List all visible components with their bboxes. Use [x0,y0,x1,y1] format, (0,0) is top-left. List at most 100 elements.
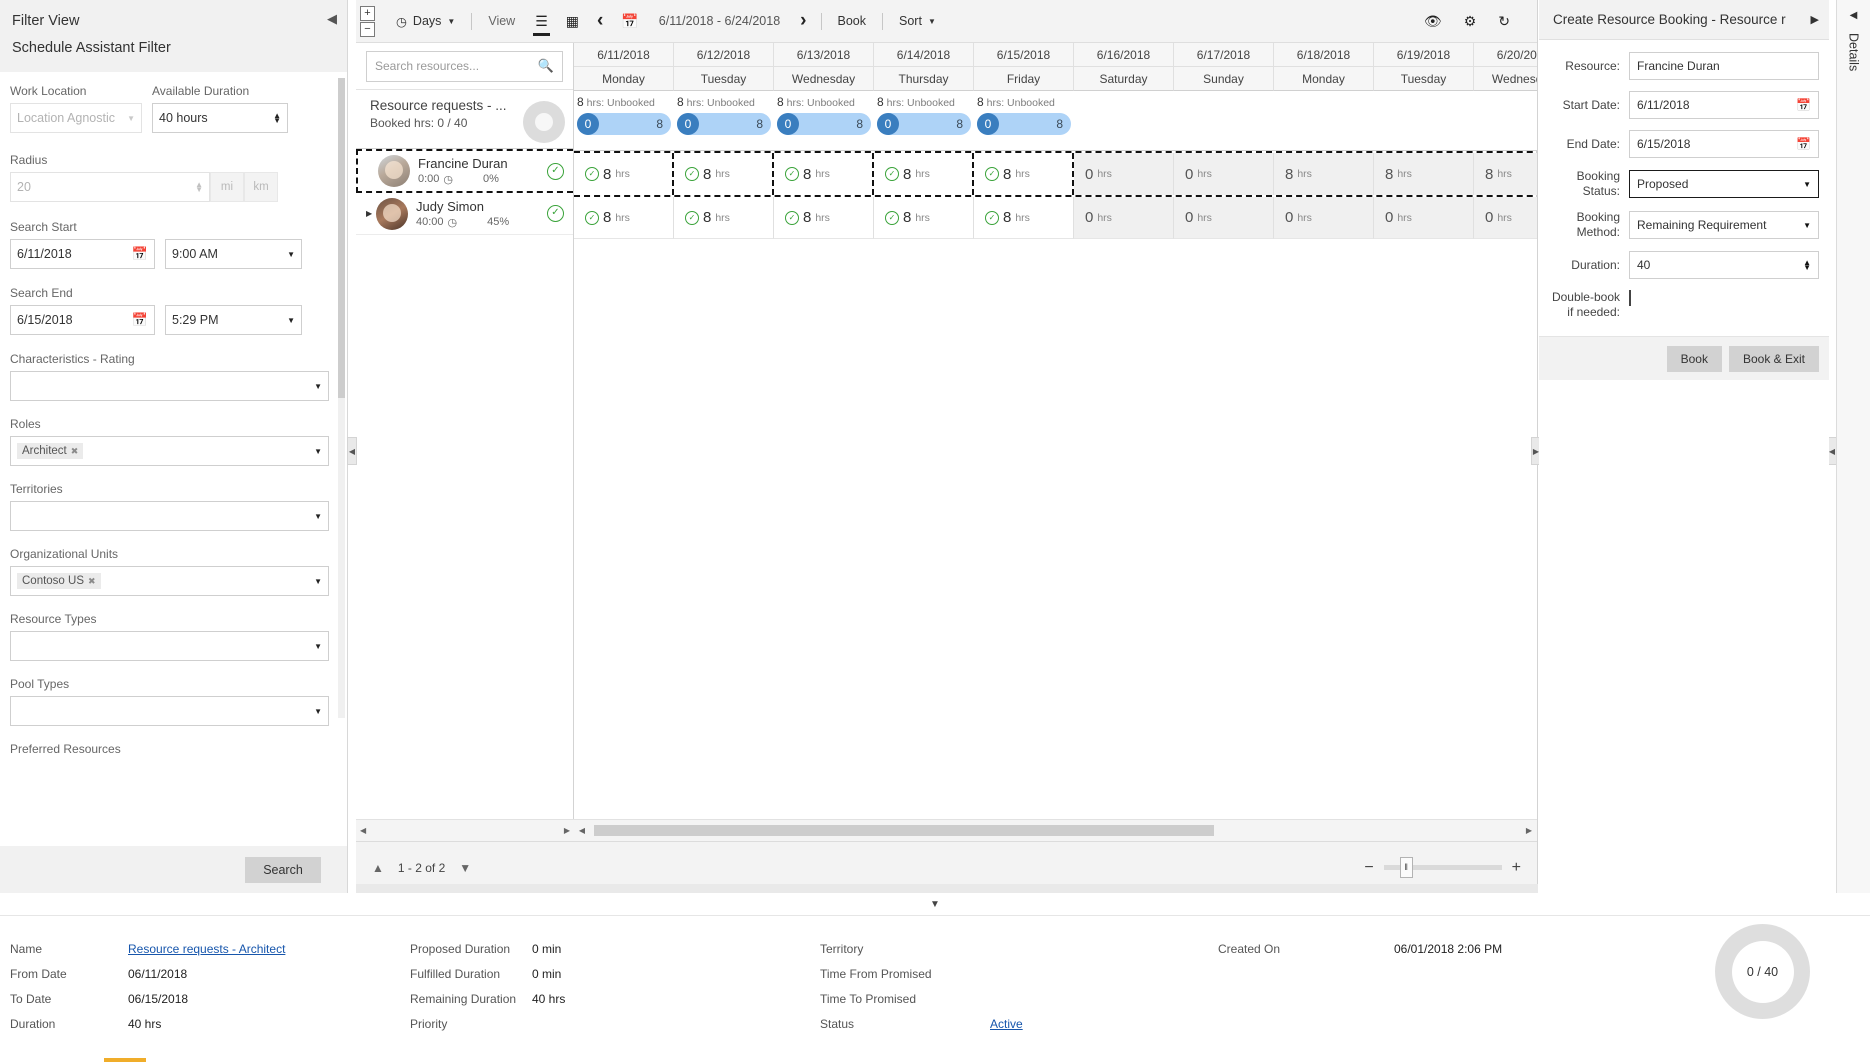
doublebook-checkbox[interactable] [1629,290,1631,306]
unbooked-capacity-cell[interactable]: 8 hrs: Unbooked08 [574,95,674,135]
availability-cell[interactable]: 8hrs [1274,153,1374,195]
spinner-icon[interactable]: ▲▼ [273,113,281,123]
booking-resource-input[interactable]: Francine Duran [1629,52,1819,80]
book-button[interactable]: Book [827,0,878,43]
availability-cell[interactable]: 0hrs [1174,153,1274,195]
roles-select[interactable]: Architect ✖ ▼ [10,436,329,466]
timeline-scrollbar-thumb[interactable] [594,825,1214,836]
availability-cell[interactable]: ✓8hrs [974,153,1074,195]
detail-link[interactable]: Resource requests - Architect [128,942,285,956]
available-duration-stepper[interactable]: 40 hours ▲▼ [152,103,288,133]
availability-cell[interactable]: 0hrs [1074,197,1174,239]
chevron-left-icon[interactable]: ◀ [1850,10,1858,21]
spinner-icon[interactable]: ▲▼ [1803,260,1811,270]
capacity-bar[interactable]: 08 [777,113,871,135]
search-end-date-input[interactable]: 6/15/2018 📅 [10,305,155,335]
calendar-icon[interactable]: 📅 [1796,137,1811,151]
organizational-units-chip[interactable]: Contoso US ✖ [17,573,101,589]
availability-cell[interactable]: ✓8hrs [574,153,674,195]
search-input[interactable]: Search resources... 🔍 [366,51,563,82]
zoom-in-button[interactable]: + [1512,859,1521,877]
resource-requirement-row[interactable]: Resource requests - ... Booked hrs: 0 / … [356,89,573,149]
time-scale-selector[interactable]: ◷ Days ▼ [385,0,466,43]
zoom-out-button[interactable]: − [1364,859,1373,877]
close-icon[interactable]: ✖ [71,446,79,457]
resource-types-select[interactable]: ▼ [10,631,329,661]
details-collapse-handle[interactable]: ▼ [0,893,1870,915]
search-button[interactable]: Search [245,857,321,883]
unit-mi-button[interactable]: mi [210,172,244,202]
sort-button[interactable]: Sort ▼ [888,0,947,43]
detail-value[interactable]: Resource requests - Architect [128,942,285,956]
details-side-tab[interactable]: ◀ Details [1836,0,1870,893]
resource-column-scrollbar[interactable]: ◀ ▶ [356,819,574,841]
availability-cell[interactable]: 8hrs [1374,153,1474,195]
scroll-right-icon[interactable]: ▶ [564,826,570,835]
search-end-time-select[interactable]: 5:29 PM ▼ [165,305,302,335]
availability-cell[interactable]: 0hrs [1274,197,1374,239]
availability-cell[interactable]: 0hrs [1174,197,1274,239]
chevron-up-icon[interactable]: ▲ [372,861,384,875]
availability-cell[interactable]: ✓8hrs [874,197,974,239]
characteristics-rating-select[interactable]: ▼ [10,371,329,401]
capacity-bar[interactable]: 08 [877,113,971,135]
gear-icon[interactable]: ⚙ [1455,0,1486,43]
unbooked-capacity-cell[interactable]: 8 hrs: Unbooked08 [774,95,874,135]
zoom-slider-thumb[interactable]: ‖ [1400,857,1413,878]
previous-period-icon[interactable]: ‹ [588,0,612,43]
availability-cell[interactable]: ✓8hrs [774,197,874,239]
close-icon[interactable]: ✖ [88,576,96,587]
chevron-right-icon[interactable]: ▶ [1811,13,1819,26]
unit-km-button[interactable]: km [244,172,278,202]
search-icon[interactable]: 🔍 [538,58,554,74]
availability-cell[interactable]: ✓8hrs [674,153,774,195]
calendar-icon[interactable]: 📅 [132,246,148,262]
spinner-icon[interactable]: ▲▼ [195,182,203,192]
availability-cell[interactable]: ✓8hrs [574,197,674,239]
left-panel-resize-handle[interactable]: ◀ [347,437,357,465]
detail-link[interactable]: Active [990,1017,1023,1031]
calendar-icon[interactable]: 📅 [132,312,148,328]
capacity-bar[interactable]: 08 [977,113,1071,135]
pool-types-select[interactable]: ▼ [10,696,329,726]
zoom-out-button[interactable]: − [360,22,375,37]
list-view-icon[interactable]: ☰ [526,0,557,43]
capacity-bar[interactable]: 08 [577,113,671,135]
availability-cell[interactable]: 0hrs [1474,197,1537,239]
chevron-down-icon[interactable]: ▼ [930,899,940,910]
book-and-exit-button[interactable]: Book & Exit [1729,346,1819,372]
next-period-icon[interactable]: › [791,0,815,43]
search-start-time-select[interactable]: 9:00 AM ▼ [165,239,302,269]
detail-value[interactable]: Active [990,1017,1023,1031]
unbooked-capacity-cell[interactable]: 8 hrs: Unbooked08 [874,95,974,135]
roles-chip[interactable]: Architect ✖ [17,443,83,459]
capacity-bar[interactable]: 08 [677,113,771,135]
expander-icon[interactable]: ▶ [366,209,376,218]
availability-cell[interactable]: ✓8hrs [674,197,774,239]
book-button[interactable]: Book [1667,346,1722,372]
booking-method-select[interactable]: Remaining Requirement ▼ [1629,211,1819,239]
availability-cell[interactable]: ✓8hrs [874,153,974,195]
grid-view-icon[interactable]: ▦ [557,0,588,43]
booking-end-date-input[interactable]: 6/15/2018 📅 [1629,130,1819,158]
resource-row-francine-duran[interactable]: Francine Duran 0:00 ◷ 0% ✓ [356,149,573,193]
filter-scrollbar[interactable] [338,78,345,718]
eye-icon[interactable]: 👁 [1415,0,1451,43]
work-location-select[interactable]: Location Agnostic ▼ [10,103,142,133]
scroll-left-icon[interactable]: ◀ [574,826,590,835]
search-start-date-input[interactable]: 6/11/2018 📅 [10,239,155,269]
availability-cell[interactable]: 0hrs [1074,153,1174,195]
zoom-in-button[interactable]: + [360,6,375,21]
availability-cell[interactable]: 8hrs [1474,153,1537,195]
unbooked-capacity-cell[interactable]: 8 hrs: Unbooked08 [674,95,774,135]
booking-duration-stepper[interactable]: 40 ▲▼ [1629,251,1819,279]
territories-select[interactable]: ▼ [10,501,329,531]
organizational-units-select[interactable]: Contoso US ✖ ▼ [10,566,329,596]
radius-input[interactable]: 20 ▲▼ [10,172,210,202]
chevron-down-icon[interactable]: ▼ [459,861,471,875]
filter-scrollbar-thumb[interactable] [338,78,345,398]
resource-row-judy-simon[interactable]: ▶ Judy Simon 40:00 ◷ 45% ✓ [356,193,573,235]
chevron-left-icon[interactable]: ◀ [327,12,337,25]
unbooked-capacity-cell[interactable]: 8 hrs: Unbooked08 [974,95,1074,135]
zoom-slider-track[interactable]: ‖ [1384,865,1502,870]
